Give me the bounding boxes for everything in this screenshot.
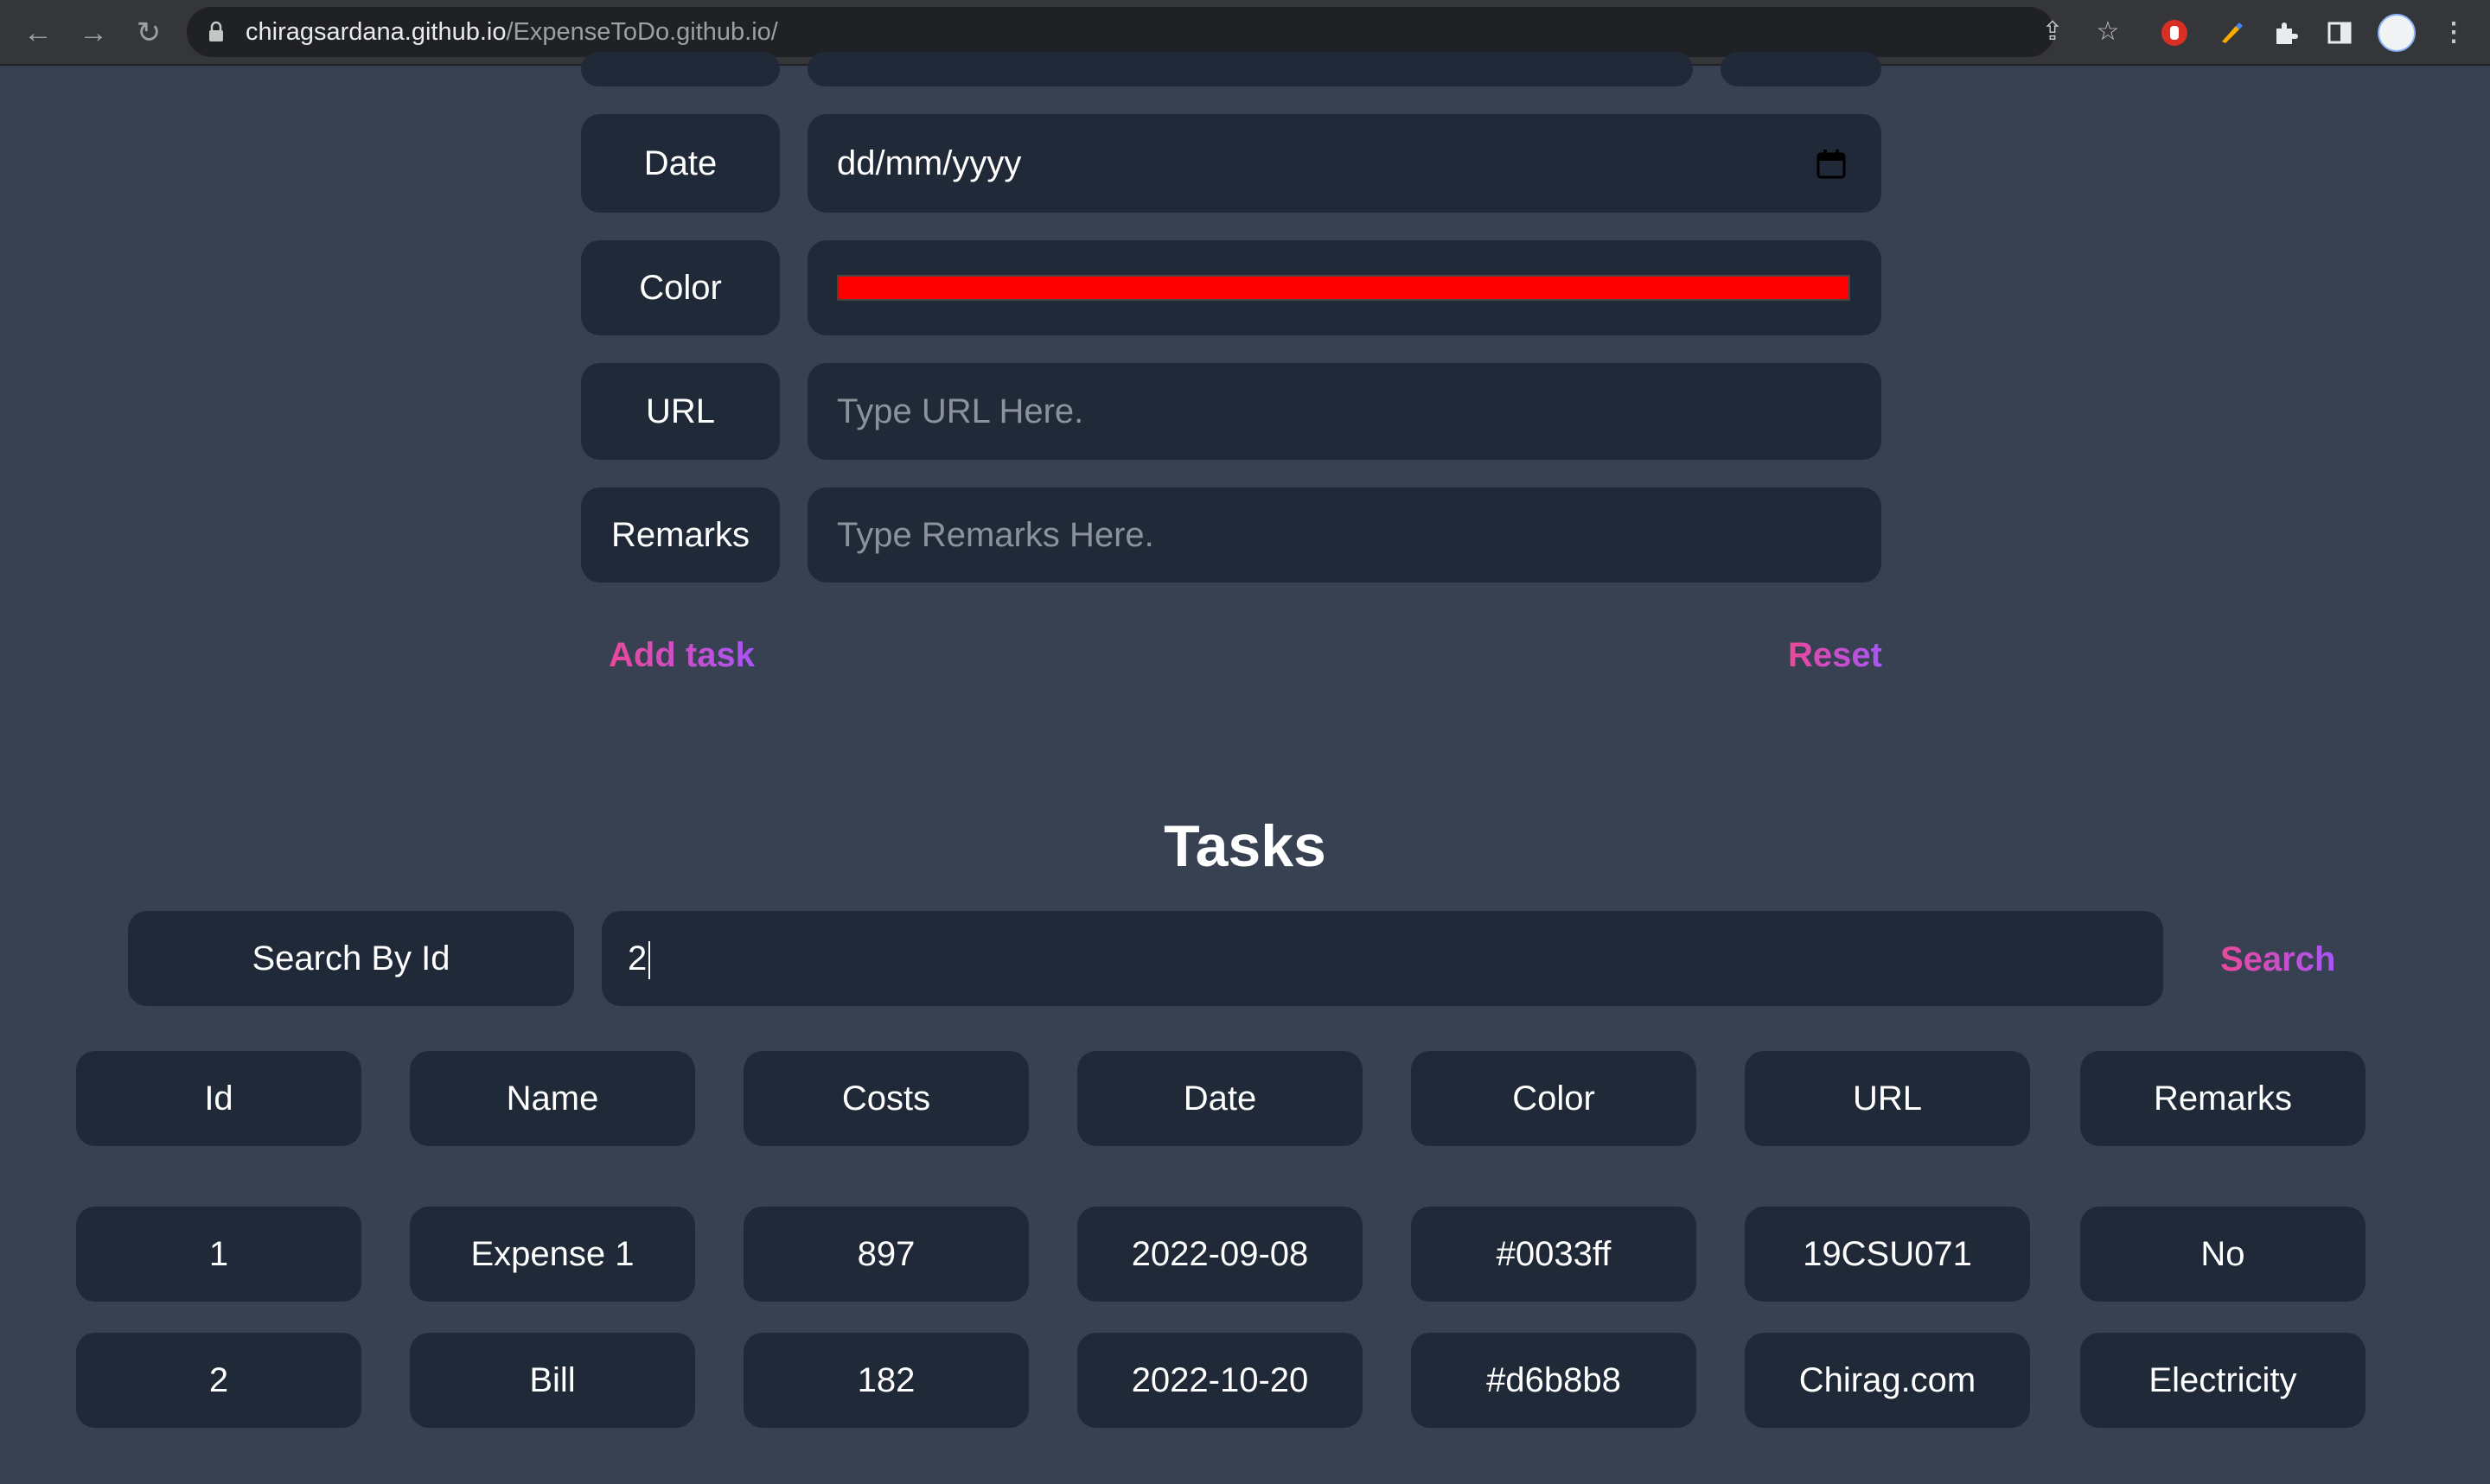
menu-icon[interactable]: ⋮ — [2436, 16, 2471, 50]
row-2-id: 2 — [76, 1333, 361, 1428]
color-label: Color — [581, 240, 780, 335]
cut-off-label — [581, 52, 780, 86]
extension-icon[interactable] — [2157, 16, 2192, 50]
puzzle-icon[interactable] — [2269, 16, 2303, 50]
row-1-date: 2022-09-08 — [1077, 1207, 1363, 1302]
date-placeholder: dd/mm/yyyy — [837, 144, 1022, 182]
row-2-color: #d6b8b8 — [1411, 1333, 1696, 1428]
sidebar-shape — [2327, 22, 2352, 44]
tasks-heading: Tasks — [1164, 813, 1326, 879]
pen-extension-icon[interactable] — [2213, 16, 2248, 50]
column-header-date: Date — [1077, 1051, 1363, 1146]
share-icon[interactable]: ⇪ — [2039, 18, 2066, 46]
row-1-name: Expense 1 — [410, 1207, 695, 1302]
date-input[interactable]: dd/mm/yyyy — [808, 114, 1881, 213]
date-label: Date — [581, 114, 780, 213]
text-cursor — [648, 941, 651, 980]
url-placeholder: Type URL Here. — [837, 392, 1084, 430]
search-value: 2 — [628, 939, 648, 978]
add-task-button[interactable]: Add task — [609, 636, 755, 675]
reload-icon[interactable]: ↻ — [133, 17, 164, 48]
url-label: URL — [581, 363, 780, 460]
color-input[interactable] — [808, 240, 1881, 335]
row-1-costs: 897 — [744, 1207, 1029, 1302]
star-icon[interactable]: ☆ — [2094, 18, 2122, 46]
column-header-name: Name — [410, 1051, 695, 1146]
search-button[interactable]: Search — [2220, 940, 2335, 979]
remarks-placeholder: Type Remarks Here. — [837, 516, 1154, 554]
search-by-id-label: Search By Id — [128, 911, 574, 1006]
row-2-remarks: Electricity — [2080, 1333, 2366, 1428]
column-header-color: Color — [1411, 1051, 1696, 1146]
hand-stop-icon — [2161, 20, 2187, 46]
row-1-id: 1 — [76, 1207, 361, 1302]
row-1-url: 19CSU071 — [1745, 1207, 2030, 1302]
cut-off-field[interactable] — [808, 52, 1693, 86]
row-2-costs: 182 — [744, 1333, 1029, 1428]
url-host: chiragsardana.github.io — [246, 18, 507, 46]
cut-off-field-small[interactable] — [1721, 52, 1881, 86]
address-url: chiragsardana.github.io/ExpenseToDo.gith… — [246, 7, 778, 57]
remarks-input[interactable]: Type Remarks Here. — [808, 487, 1881, 583]
column-header-id: Id — [76, 1051, 361, 1146]
column-header-url: URL — [1745, 1051, 2030, 1146]
calendar-icon[interactable] — [1816, 149, 1847, 180]
sidebar-icon[interactable] — [2322, 16, 2357, 50]
forward-icon[interactable]: → — [78, 17, 109, 48]
row-2-url: Chirag.com — [1745, 1333, 2030, 1428]
row-1-remarks: No — [2080, 1207, 2366, 1302]
back-icon[interactable]: ← — [22, 17, 54, 48]
search-input[interactable]: 2 — [602, 911, 2163, 1006]
color-swatch[interactable] — [837, 275, 1850, 301]
reset-button[interactable]: Reset — [1788, 636, 1882, 675]
row-1-color: #0033ff — [1411, 1207, 1696, 1302]
address-bar[interactable]: chiragsardana.github.io/ExpenseToDo.gith… — [187, 7, 2119, 57]
column-header-costs: Costs — [744, 1051, 1029, 1146]
pen-icon — [2222, 22, 2243, 43]
column-header-remarks: Remarks — [2080, 1051, 2366, 1146]
puzzle-shape — [2276, 22, 2298, 44]
remarks-label: Remarks — [581, 487, 780, 583]
avatar[interactable] — [2378, 14, 2416, 52]
row-2-name: Bill — [410, 1333, 695, 1428]
url-input[interactable]: Type URL Here. — [808, 363, 1881, 460]
row-2-date: 2022-10-20 — [1077, 1333, 1363, 1428]
url-path: /ExpenseToDo.github.io/ — [506, 18, 778, 46]
lock-icon — [209, 21, 223, 41]
